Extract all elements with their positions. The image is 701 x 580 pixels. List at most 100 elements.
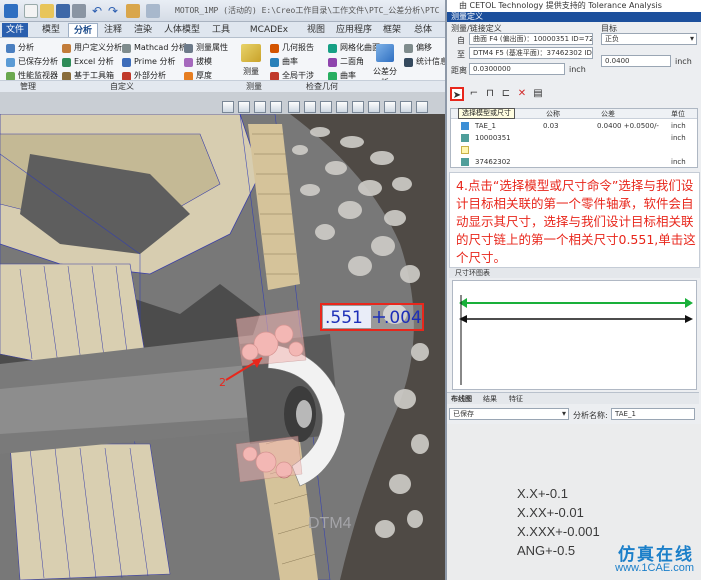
excel-analysis-button[interactable]: Excel 分析: [62, 56, 114, 68]
report-icon[interactable]: ▤: [531, 87, 545, 101]
to-reference-field[interactable]: DTM4 F5 (基准平面)：37462302 ID=51: [469, 47, 593, 59]
ref-note-2: X.XX+-0.01: [517, 505, 584, 520]
analysis-button[interactable]: 分析: [6, 42, 34, 54]
delete-icon[interactable]: ✕: [515, 87, 529, 101]
link-icon[interactable]: ⌐: [467, 87, 481, 101]
draft-button[interactable]: 拔模: [184, 56, 212, 68]
tab-view[interactable]: 视图: [304, 23, 328, 37]
tree-icon[interactable]: ⊏: [499, 87, 513, 101]
new-file-icon[interactable]: [24, 4, 38, 18]
panel-title: 由 CETOL Technology 提供支持的 Tolerance Analy…: [447, 0, 701, 12]
distance-field[interactable]: 0.0300000: [469, 63, 565, 75]
user-defined-analysis-button[interactable]: 用户定义分析: [62, 42, 122, 54]
tab-manikin[interactable]: 人体模型: [160, 23, 204, 37]
ribbon-tabs: 文件 模型 分析 注释 渲染 人体模型 工具 MCADEx Tools 视图 应…: [0, 22, 445, 49]
datum-label[interactable]: DTM4: [308, 515, 352, 532]
col-unit[interactable]: 单位: [671, 109, 685, 119]
view-manager-icon[interactable]: [368, 101, 380, 113]
offset-button[interactable]: 偏移: [404, 42, 432, 54]
saved-analysis-button[interactable]: 已保存分析: [6, 56, 58, 68]
from-prefix: 自: [457, 36, 465, 45]
select-tooltip: 选择模型或尺寸: [458, 108, 515, 119]
tab-annotate[interactable]: 注释: [100, 23, 126, 37]
tab-model[interactable]: 模型: [36, 23, 66, 37]
dimension-value[interactable]: .551: [325, 308, 363, 328]
repaint-icon[interactable]: [270, 101, 282, 113]
target-value-field[interactable]: 0.0400: [601, 55, 671, 67]
table-row[interactable]: [451, 144, 697, 156]
col-tolerance[interactable]: 公差: [601, 109, 615, 119]
analysis-name-field[interactable]: TAE_1: [611, 408, 695, 420]
ref-note-1: X.X+-0.1: [517, 486, 568, 501]
dihedral-button[interactable]: 二面角: [328, 56, 364, 68]
tab-render[interactable]: 渲染: [130, 23, 156, 37]
table-row[interactable]: TAE_1 0.03 0.0400 +0.0500/- inch: [451, 120, 697, 132]
saved-orientations-icon[interactable]: [304, 101, 316, 113]
annotation-display-icon[interactable]: [336, 101, 348, 113]
spin-center-icon[interactable]: [352, 101, 364, 113]
ref-note-3: X.XXX+-0.001: [517, 524, 600, 539]
loop-diagram-header: 尺寸环图表: [449, 268, 700, 278]
part-icon: [461, 158, 469, 166]
window-icon[interactable]: [146, 4, 160, 18]
regenerate-icon[interactable]: [126, 4, 140, 18]
redo-icon[interactable]: ↷: [108, 4, 122, 18]
app-icon: [4, 4, 18, 18]
zoom-in-icon[interactable]: [222, 101, 234, 113]
dimension-loop-diagram[interactable]: [452, 280, 697, 390]
open-folder-icon[interactable]: [40, 4, 54, 18]
measure-big-button[interactable]: 测量: [238, 44, 264, 80]
distance-label: 距离: [451, 66, 467, 75]
print-icon[interactable]: [72, 4, 86, 18]
tab-routing[interactable]: 布线图: [451, 394, 472, 404]
appearance-icon[interactable]: [416, 101, 428, 113]
zoom-out-icon[interactable]: [238, 101, 250, 113]
tab-applications[interactable]: 应用程序: [332, 23, 376, 37]
target-unit: inch: [675, 57, 692, 66]
select-model-or-dimension-icon[interactable]: ➤: [450, 87, 464, 101]
perspective-icon[interactable]: [384, 101, 396, 113]
tab-general[interactable]: 总体: [408, 23, 438, 37]
target-type-select[interactable]: 正负: [601, 33, 697, 45]
analysis-name-label: 分析名称:: [573, 411, 608, 420]
undo-icon[interactable]: ↶: [92, 4, 106, 18]
table-row[interactable]: 10000351 inch: [451, 132, 697, 144]
tab-file[interactable]: 文件: [2, 23, 28, 37]
geometry-report-button[interactable]: 几何报告: [270, 42, 314, 54]
graphics-viewport[interactable]: 2 .551 .004 DTM4: [0, 114, 445, 580]
ribbon: 分析 已保存分析 性能监视器 用户定义分析 Excel 分析 基于工具箱 Mat…: [0, 38, 448, 92]
watermark: 仿真在线 www.1CAE.com: [566, 540, 700, 578]
panel-status-row: 已保存 分析名称: TAE_1: [447, 406, 699, 422]
tab-analysis[interactable]: 分析: [68, 23, 98, 37]
save-icon[interactable]: [56, 4, 70, 18]
tab-framework[interactable]: 框架: [380, 23, 404, 37]
tolerance-icon: [376, 44, 394, 62]
tab-tools[interactable]: 工具: [208, 23, 234, 37]
instruction-note: 4.点击“选择模型或尺寸命令”选择与我们设计目标相关联的第一个零件轴承，软件会自…: [449, 172, 700, 268]
from-reference-field[interactable]: 曲面 F4 (偏出面)：10000351 ID=725: [469, 33, 593, 45]
display-style-icon[interactable]: [288, 101, 300, 113]
tab-mcadex[interactable]: MCADEx Tools: [238, 23, 300, 49]
prime-analysis-button[interactable]: Prime 分析: [122, 56, 175, 68]
table-row[interactable]: 37462302 inch: [451, 156, 697, 168]
distance-unit: inch: [569, 65, 586, 74]
model-scene[interactable]: 2 .551 .004 DTM4: [0, 114, 445, 580]
curvature-sketch-button[interactable]: 曲率: [270, 56, 298, 68]
section-icon[interactable]: [400, 101, 412, 113]
loop-svg: [459, 295, 693, 385]
tolerance-analysis-button[interactable]: 公差分析: [370, 44, 400, 87]
measure-properties-button[interactable]: 测量属性: [184, 42, 228, 54]
statistics-button[interactable]: 统计信息: [404, 56, 448, 68]
tab-results[interactable]: 结果: [483, 394, 497, 404]
chain-icon[interactable]: ⊓: [483, 87, 497, 101]
status-select[interactable]: 已保存: [449, 408, 569, 420]
empty-feature-icon: [461, 146, 469, 154]
mathcad-analysis-button[interactable]: Mathcad 分析: [122, 42, 187, 54]
watermark-url: www.1CAE.com: [615, 562, 694, 574]
tab-features[interactable]: 特征: [509, 394, 523, 404]
tolerance-value[interactable]: .004: [384, 308, 422, 328]
panel-bottom-tabs: 布线图 结果 特征: [447, 392, 699, 404]
col-nominal[interactable]: 公称: [546, 109, 560, 119]
datum-display-icon[interactable]: [320, 101, 332, 113]
refit-icon[interactable]: [254, 101, 266, 113]
